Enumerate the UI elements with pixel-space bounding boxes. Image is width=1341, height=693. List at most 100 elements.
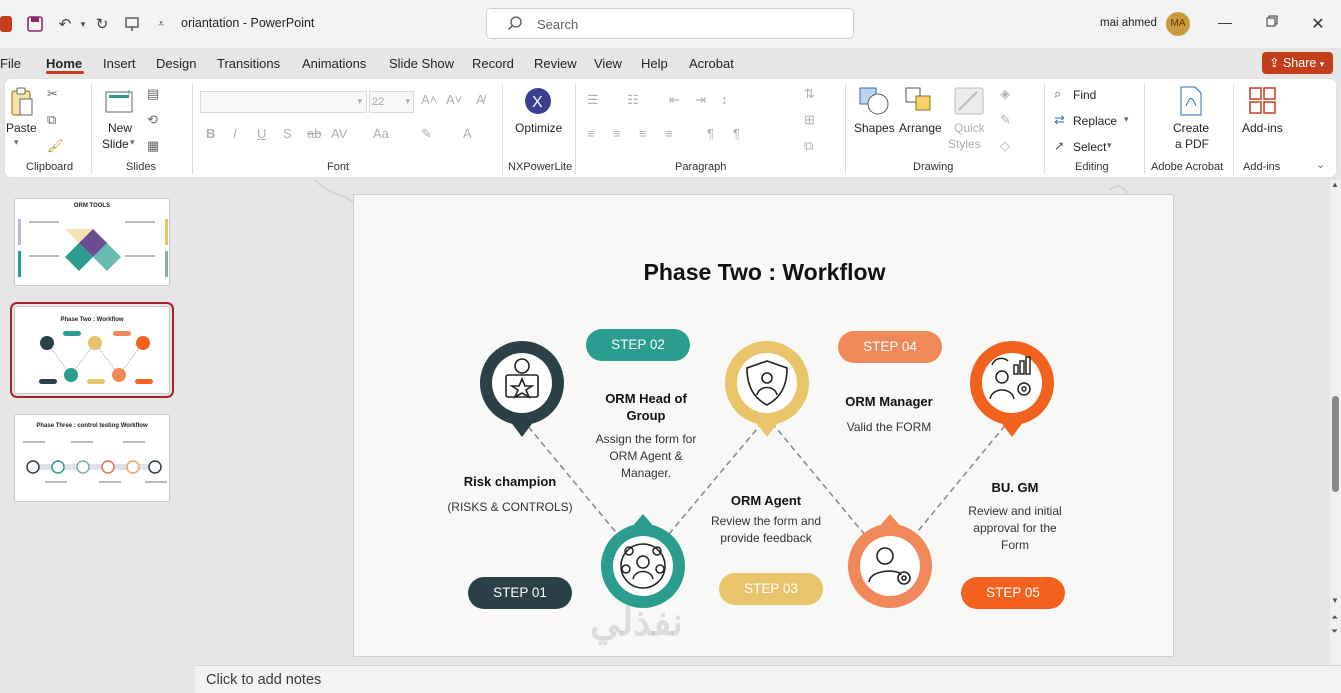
section-icon[interactable]: ▦ xyxy=(147,138,159,154)
align-text-icon[interactable]: ⊞ xyxy=(804,112,815,128)
create-pdf-icon[interactable] xyxy=(1178,86,1204,119)
tab-animations[interactable]: Animations xyxy=(302,56,366,71)
shape-fill-icon[interactable]: ◈ xyxy=(1000,86,1010,102)
step-5-title[interactable]: BU. GM xyxy=(956,479,1074,496)
step-4-desc[interactable]: Valid the FORM xyxy=(819,419,959,436)
highlight-icon[interactable]: ✎ xyxy=(421,126,432,142)
justify-icon[interactable]: ≡ xyxy=(665,126,673,141)
shapes-icon[interactable] xyxy=(858,86,890,119)
underline-icon[interactable]: U xyxy=(257,126,266,141)
slide-thumbnail-3[interactable]: Phase Three : control testing Workflow xyxy=(14,414,170,502)
character-spacing-icon[interactable]: AV xyxy=(331,126,347,141)
replace-icon[interactable]: ⇄ xyxy=(1054,112,1065,128)
create-pdf-label-1[interactable]: Create xyxy=(1173,121,1209,135)
layout-icon[interactable]: ▤ xyxy=(147,86,159,102)
step-5-desc[interactable]: Review and initial approval for the Form xyxy=(960,503,1070,554)
minimize-icon[interactable]: — xyxy=(1215,14,1235,34)
line-spacing-icon[interactable]: ↕ xyxy=(721,92,728,107)
strikethrough-icon[interactable]: ab xyxy=(307,126,321,141)
font-color-icon[interactable]: A xyxy=(463,126,472,141)
present-icon[interactable] xyxy=(121,13,143,35)
italic-icon[interactable]: I xyxy=(233,126,237,141)
font-size-input[interactable]: 22 ▾ xyxy=(369,91,414,113)
paste-icon[interactable] xyxy=(8,86,36,120)
tab-design[interactable]: Design xyxy=(156,56,196,71)
step-3-title[interactable]: ORM Agent xyxy=(696,492,836,509)
smartart-icon[interactable]: ⧉ xyxy=(804,138,813,154)
replace-label[interactable]: Replace xyxy=(1073,114,1117,128)
font-name-input[interactable]: ▾ xyxy=(200,91,367,113)
step-4-title[interactable]: ORM Manager xyxy=(819,393,959,410)
align-right-icon[interactable]: ≡ xyxy=(639,126,647,141)
maximize-icon[interactable] xyxy=(1262,14,1282,34)
quick-styles-label-2[interactable]: Styles xyxy=(948,137,981,151)
slide-thumbnail-1[interactable]: ORM TOOLS xyxy=(14,198,170,286)
bold-icon[interactable]: B xyxy=(206,126,215,141)
scrollbar-thumb[interactable] xyxy=(1332,396,1339,492)
optimize-icon[interactable]: X xyxy=(523,86,553,119)
numbering-icon[interactable]: ☷ xyxy=(627,92,639,108)
step-03-pill[interactable]: STEP 03 xyxy=(719,573,823,605)
decrease-font-icon[interactable]: A˅ xyxy=(446,92,462,107)
new-slide-label-2[interactable]: Slide xyxy=(102,137,129,151)
new-slide-dropdown-icon[interactable]: ▾ xyxy=(130,137,135,148)
reset-icon[interactable]: ⟲ xyxy=(147,112,158,128)
align-center-icon[interactable]: ≡ xyxy=(613,126,621,141)
vertical-scrollbar[interactable]: ▲ ▼ ⏶ ⏷ xyxy=(1330,180,1341,665)
align-left-icon[interactable]: ≡ xyxy=(587,126,595,141)
step-2-desc[interactable]: Assign the form for ORM Agent & Manager. xyxy=(586,431,706,482)
tab-insert[interactable]: Insert xyxy=(103,56,136,71)
select-icon[interactable]: ➚ xyxy=(1054,138,1065,154)
scroll-up-icon[interactable]: ▲ xyxy=(1331,180,1339,189)
next-slide-icon[interactable]: ⏷ xyxy=(1331,626,1338,637)
step-2-title[interactable]: ORM Head of Group xyxy=(595,390,697,424)
notes-pane[interactable]: Click to add notes xyxy=(195,665,1341,693)
paste-dropdown-icon[interactable]: ▾ xyxy=(14,137,19,148)
quick-styles-label-1[interactable]: Quick xyxy=(954,121,985,135)
format-painter-icon[interactable]: 🖌 xyxy=(47,138,64,154)
shape-outline-icon[interactable]: ✎ xyxy=(1000,112,1011,128)
previous-slide-icon[interactable]: ⏶ xyxy=(1331,612,1338,623)
slide-thumbnail-2[interactable]: Phase Two : Workflow xyxy=(10,302,174,398)
step-04-pill[interactable]: STEP 04 xyxy=(838,331,942,363)
shapes-label[interactable]: Shapes xyxy=(854,121,895,135)
tab-record[interactable]: Record xyxy=(472,56,514,71)
redo-icon[interactable]: ↻ xyxy=(91,13,113,35)
slide-canvas[interactable]: Phase Two : Workflow STEP 01 STEP 02 STE… xyxy=(353,194,1174,657)
shape-effects-icon[interactable]: ◇ xyxy=(1000,138,1010,154)
user-name[interactable]: mai ahmed xyxy=(1100,17,1157,29)
add-ins-label[interactable]: Add-ins xyxy=(1242,121,1283,135)
ltr-icon[interactable]: ¶ xyxy=(707,126,714,141)
tab-home[interactable]: Home xyxy=(46,56,82,71)
increase-indent-icon[interactable]: ⇥ xyxy=(695,92,706,108)
find-icon[interactable]: ⌕ xyxy=(1054,86,1061,102)
notes-placeholder[interactable]: Click to add notes xyxy=(206,672,321,688)
tab-file[interactable]: File xyxy=(0,56,21,71)
new-slide-label-1[interactable]: New xyxy=(108,121,132,135)
share-button[interactable]: ⇪ Share ▾ xyxy=(1262,52,1333,74)
paste-label[interactable]: Paste xyxy=(6,121,37,135)
arrange-label[interactable]: Arrange xyxy=(899,121,942,135)
change-case-icon[interactable]: Aa xyxy=(373,126,389,141)
copy-icon[interactable]: ⧉ xyxy=(47,112,56,128)
optimize-label[interactable]: Optimize xyxy=(515,121,562,135)
bullets-icon[interactable]: ☰ xyxy=(587,92,599,108)
quick-styles-icon[interactable] xyxy=(953,86,985,119)
text-direction-icon[interactable]: ⇅ xyxy=(804,86,815,102)
shadow-icon[interactable]: S xyxy=(283,126,292,141)
tab-slide-show[interactable]: Slide Show xyxy=(389,56,454,71)
close-icon[interactable]: ✕ xyxy=(1308,14,1328,34)
tab-view[interactable]: View xyxy=(594,56,622,71)
scroll-down-icon[interactable]: ▼ xyxy=(1331,596,1339,605)
find-label[interactable]: Find xyxy=(1073,88,1096,102)
tab-review[interactable]: Review xyxy=(534,56,577,71)
decrease-indent-icon[interactable]: ⇤ xyxy=(669,92,680,108)
step-01-pill[interactable]: STEP 01 xyxy=(468,577,572,609)
step-05-pill[interactable]: STEP 05 xyxy=(961,577,1065,609)
tab-transitions[interactable]: Transitions xyxy=(217,56,280,71)
select-dropdown-icon[interactable]: ▾ xyxy=(1107,140,1112,151)
tab-help[interactable]: Help xyxy=(641,56,668,71)
select-label[interactable]: Select xyxy=(1073,140,1106,154)
avatar[interactable]: MA xyxy=(1166,12,1190,36)
step-1-desc[interactable]: (RISKS & CONTROLS) xyxy=(440,499,580,516)
